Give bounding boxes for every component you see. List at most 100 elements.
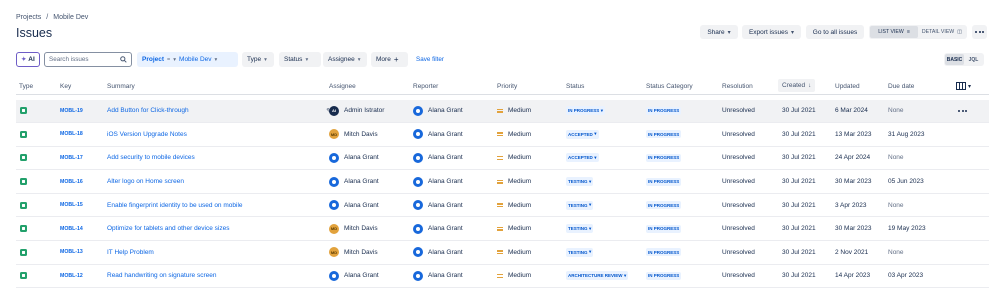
row-actions-button[interactable] [958, 100, 967, 123]
table-row[interactable]: MOBL-12 Read handwriting on signature scr… [16, 265, 989, 288]
go-to-all-issues-button[interactable]: Go to all issues [806, 25, 864, 39]
column-header-priority[interactable]: Priority [497, 78, 517, 94]
table-row[interactable]: MOBL-13 IT Help Problem MD Mitch Davis Alana… [16, 241, 989, 265]
summary-cell: Alter logo on Home screen [107, 170, 184, 193]
column-header-status-category[interactable]: Status Category [646, 78, 693, 94]
column-header-assignee[interactable]: Assignee [329, 78, 356, 94]
save-filter-link[interactable]: Save filter [416, 56, 444, 63]
export-issues-button[interactable]: Export issues ▾ [742, 25, 801, 39]
column-header-key[interactable]: Key [60, 78, 71, 94]
column-header-type[interactable]: Type [19, 78, 33, 94]
reporter-avatar [413, 176, 423, 187]
more-actions-button[interactable] [972, 25, 987, 39]
due-date-value: None [888, 107, 904, 115]
due-date-value: 31 Aug 2023 [888, 130, 925, 138]
type-filter[interactable]: Type ▾ [242, 52, 274, 67]
assignee-avatar: AI [329, 105, 339, 116]
issue-summary-link[interactable]: Alter logo on Home screen [107, 178, 184, 185]
created-date: 30 Jul 2021 [782, 201, 816, 209]
issue-summary-link[interactable]: Add security to mobile devices [107, 154, 195, 161]
priority-cell: Medium [497, 170, 531, 193]
issue-key-link[interactable]: MOBL-14 [60, 226, 83, 232]
reporter-cell: Alana Grant [413, 194, 463, 217]
updated-cell: 13 Mar 2023 [835, 123, 872, 146]
due-date-cell: None [888, 100, 904, 123]
share-button[interactable]: Share ▾ [700, 25, 738, 39]
issue-type-cell [20, 218, 27, 241]
issue-type-cell [20, 100, 27, 123]
issue-summary-link[interactable]: Add Button for Click-through [107, 107, 189, 114]
table-row[interactable]: MOBL-17 Add security to mobile devices Ala… [16, 147, 989, 171]
status-lozenge[interactable]: TESTING ▾ [566, 200, 594, 210]
priority-medium-icon [497, 132, 503, 137]
updated-cell: 30 Mar 2023 [835, 218, 872, 241]
project-filter[interactable]: Project = ▾ Mobile Dev ▾ [137, 52, 238, 67]
assignee-filter[interactable]: Assignee ▾ [323, 52, 367, 67]
issue-key-cell: MOBL-15 [60, 194, 83, 217]
breadcrumb-project-link[interactable]: Mobile Dev [53, 14, 88, 21]
project-filter-value: Mobile Dev [179, 56, 212, 63]
issue-summary-link[interactable]: Optimize for tablets and other device si… [107, 225, 229, 232]
status-lozenge[interactable]: IN PROGRESS ▾ [566, 106, 606, 116]
issue-key-link[interactable]: MOBL-18 [60, 131, 83, 137]
priority-cell: Medium [497, 241, 531, 264]
assignee-cell: Alana Grant [329, 170, 379, 193]
table-row[interactable]: MOBL-19 Add Button for Click-through✎AI Ad… [16, 99, 989, 124]
status-lozenge[interactable]: ACCEPTED ▾ [566, 153, 599, 163]
chevron-down-icon: ▾ [214, 56, 218, 63]
more-filters-button[interactable]: More + [371, 52, 408, 67]
table-row[interactable]: MOBL-16 Alter logo on Home screen Alana Gr… [16, 170, 989, 194]
assignee-avatar: MD [329, 129, 339, 140]
ai-search-button[interactable]: ✦ AI [16, 52, 40, 67]
updated-date: 30 Mar 2023 [835, 178, 872, 186]
column-picker-button[interactable]: ▾ [956, 78, 971, 94]
column-header-status[interactable]: Status [566, 78, 584, 94]
issue-summary-link[interactable]: IT Help Problem [107, 249, 154, 256]
status-lozenge[interactable]: ARCHITECTURE REVIEW ▾ [566, 271, 629, 281]
status-lozenge[interactable]: TESTING ▾ [566, 224, 594, 234]
column-header-updated[interactable]: Updated [835, 78, 860, 94]
status-category-cell: IN PROGRESS [646, 123, 682, 146]
column-header-created[interactable]: Created ↓ [778, 79, 816, 92]
reporter-name: Alana Grant [428, 107, 463, 115]
breadcrumb-projects-link[interactable]: Projects [16, 14, 41, 21]
priority-cell: Medium [497, 100, 531, 123]
status-cell: TESTING ▾ [566, 170, 594, 193]
status-category-cell: IN PROGRESS [646, 100, 682, 123]
issue-summary-link[interactable]: Enable fingerprint identity to be used o… [107, 202, 243, 209]
issue-key-link[interactable]: MOBL-15 [60, 202, 83, 208]
summary-cell: IT Help Problem [107, 241, 154, 264]
updated-cell: 30 Mar 2023 [835, 170, 872, 193]
issue-key-cell: MOBL-16 [60, 170, 83, 193]
status-filter[interactable]: Status ▾ [279, 52, 321, 67]
column-header-summary[interactable]: Summary [107, 78, 135, 94]
resolution-cell: Unresolved [722, 194, 755, 217]
issue-summary-link[interactable]: iOS Version Upgrade Notes [107, 131, 187, 138]
status-lozenge[interactable]: TESTING ▾ [566, 177, 594, 187]
search-input[interactable]: Search issues [44, 52, 132, 67]
status-category-cell: IN PROGRESS [646, 194, 682, 217]
status-lozenge[interactable]: TESTING ▾ [566, 247, 594, 257]
status-lozenge[interactable]: ACCEPTED ▾ [566, 129, 599, 139]
jql-mode-toggle[interactable]: JQL [964, 54, 983, 65]
table-row[interactable]: MOBL-14 Optimize for tablets and other de… [16, 218, 989, 242]
table-row[interactable]: MOBL-15 Enable fingerprint identity to be… [16, 194, 989, 218]
issue-key-link[interactable]: MOBL-13 [60, 249, 83, 255]
issue-key-link[interactable]: MOBL-19 [60, 108, 83, 114]
column-header-resolution[interactable]: Resolution [722, 78, 753, 94]
issue-key-link[interactable]: MOBL-16 [60, 179, 83, 185]
issue-key-link[interactable]: MOBL-17 [60, 155, 83, 161]
assignee-name: Mitch Davis [344, 130, 378, 138]
column-header-due-date[interactable]: Due date [888, 78, 914, 94]
basic-mode-toggle[interactable]: BASIC [945, 54, 964, 65]
issue-key-link[interactable]: MOBL-12 [60, 273, 83, 279]
detail-view-toggle[interactable]: DETAIL VIEW ◫ [918, 26, 966, 38]
summary-cell: iOS Version Upgrade Notes [107, 123, 187, 146]
issue-summary-link[interactable]: Read handwriting on signature screen [107, 272, 216, 279]
created-date: 30 Jul 2021 [782, 272, 816, 280]
chevron-down-icon: ▾ [727, 29, 731, 36]
list-view-toggle[interactable]: LIST VIEW ≡ [870, 26, 918, 38]
column-header-reporter[interactable]: Reporter [413, 78, 438, 94]
table-row[interactable]: MOBL-18 iOS Version Upgrade Notes MD Mitch … [16, 123, 989, 147]
status-label: TESTING [568, 179, 588, 185]
